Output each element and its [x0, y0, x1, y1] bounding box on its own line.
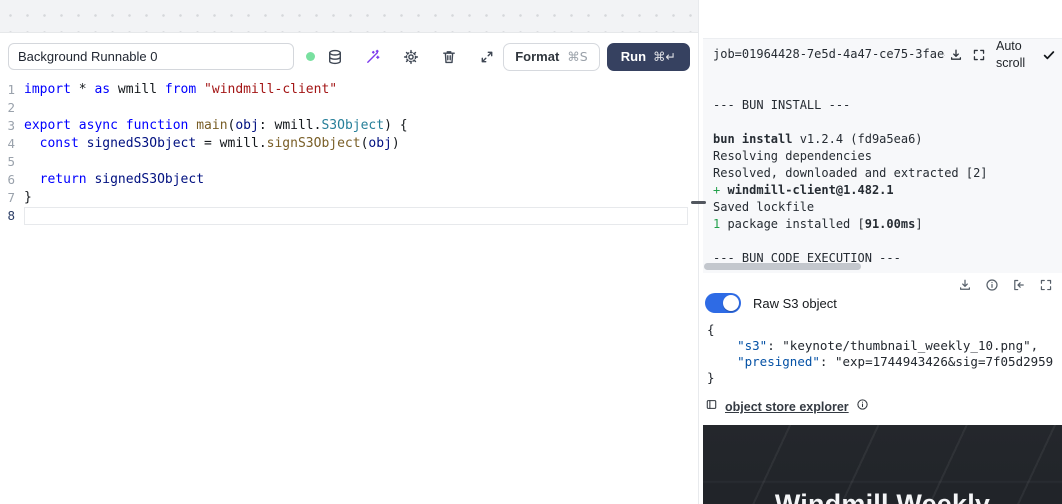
code-line[interactable]: 2: [0, 99, 698, 117]
run-button[interactable]: Run ⌘↵: [607, 43, 690, 71]
code-text: [24, 99, 688, 117]
log-line: bun install v1.2.4 (fd9a5ea6): [713, 131, 1056, 148]
auto-scroll-toggle[interactable]: Auto scroll: [996, 38, 1038, 72]
panel-resize-handle[interactable]: [691, 201, 706, 204]
log-line: 1 package installed [91.00ms]: [713, 216, 1056, 233]
code-text: export async function main(obj: wmill.S3…: [24, 117, 688, 135]
job-id-text: job=01964428-7e5d-4a47-ce75-3fae4: [713, 46, 945, 63]
code-line[interactable]: 8: [0, 207, 698, 225]
line-number: 5: [0, 153, 24, 171]
format-shortcut: ⌘S: [567, 49, 587, 64]
log-line: [713, 80, 1056, 97]
s3-image-preview: Windmill Weekly: [703, 425, 1062, 504]
result-actions: [705, 277, 1054, 292]
log-line: Resolved, downloaded and extracted [2]: [713, 165, 1056, 182]
result-section: Raw S3 object { "s3": "keynote/thumbnail…: [703, 273, 1062, 416]
download-result-icon[interactable]: [957, 277, 973, 293]
code-line[interactable]: 6 return signedS3Object: [0, 171, 698, 189]
import-result-icon[interactable]: [1011, 277, 1027, 293]
log-line: Saved lockfile: [713, 199, 1056, 216]
object-store-explorer-row: object store explorer: [705, 398, 1054, 416]
format-button-label: Format: [515, 49, 559, 64]
line-number: 8: [0, 207, 24, 225]
line-number: 1: [0, 81, 24, 99]
log-line: --- BUN INSTALL ---: [713, 97, 1056, 114]
code-text: [24, 153, 688, 171]
line-number: 2: [0, 99, 24, 117]
code-lines: 1import * as wmill from "windmill-client…: [0, 81, 698, 225]
windmill-app: Format ⌘S Run ⌘↵ 1import * as wmill from…: [0, 0, 1062, 504]
job-log-area[interactable]: job=01964428-7e5d-4a47-ce75-3fae4 Auto s…: [703, 38, 1062, 273]
code-text: const signedS3Object = wmill.signS3Objec…: [24, 135, 688, 153]
preview-caption-text: Windmill Weekly: [703, 489, 1062, 504]
log-horizontal-scrollbar[interactable]: [704, 263, 861, 270]
output-panel: job=01964428-7e5d-4a47-ce75-3fae4 Auto s…: [699, 0, 1062, 504]
info-icon[interactable]: [856, 398, 869, 416]
json-line: "presigned": "exp=1744943426&sig=7f05d29…: [707, 354, 1054, 370]
raw-s3-toggle-label: Raw S3 object: [753, 296, 837, 311]
toolbar-icons: [327, 49, 495, 65]
line-number: 3: [0, 117, 24, 135]
run-button-label: Run: [621, 49, 646, 64]
status-dot: [306, 52, 315, 61]
log-line: [713, 114, 1056, 131]
log-line: [713, 233, 1056, 250]
code-text: import * as wmill from "windmill-client": [24, 81, 688, 99]
line-number: 7: [0, 189, 24, 207]
log-lines: --- BUN INSTALL --- bun install v1.2.4 (…: [713, 63, 1056, 267]
check-icon: [1042, 47, 1056, 63]
run-shortcut: ⌘↵: [653, 49, 676, 64]
download-logs-icon[interactable]: [949, 47, 963, 63]
json-line: }: [707, 370, 1054, 386]
raw-s3-toggle[interactable]: [705, 293, 741, 313]
toggle-knob: [723, 295, 739, 311]
json-line: "s3": "keynote/thumbnail_weekly_10.png",: [707, 338, 1054, 354]
fullscreen-result-icon[interactable]: [1038, 277, 1054, 293]
code-editor[interactable]: 1import * as wmill from "windmill-client…: [0, 80, 698, 504]
job-header-row: job=01964428-7e5d-4a47-ce75-3fae4 Auto s…: [713, 46, 1056, 63]
editor-toolbar: Format ⌘S Run ⌘↵: [0, 33, 698, 80]
code-text: return signedS3Object: [24, 171, 688, 189]
output-top-spacer: [703, 0, 1062, 38]
expand-icon[interactable]: [479, 49, 495, 65]
result-json[interactable]: { "s3": "keynote/thumbnail_weekly_10.png…: [705, 322, 1054, 386]
code-line[interactable]: 3export async function main(obj: wmill.S…: [0, 117, 698, 135]
editor-panel: Format ⌘S Run ⌘↵ 1import * as wmill from…: [0, 0, 699, 504]
raw-s3-toggle-row: Raw S3 object: [705, 292, 1054, 314]
settings-gear-icon[interactable]: [403, 49, 419, 65]
log-line: Resolving dependencies: [713, 148, 1056, 165]
code-text: }: [24, 189, 688, 207]
database-icon[interactable]: [327, 49, 343, 65]
line-number: 6: [0, 171, 24, 189]
ai-wand-icon[interactable]: [365, 49, 381, 65]
flow-canvas-dot-grid[interactable]: [0, 0, 698, 33]
format-button[interactable]: Format ⌘S: [503, 43, 600, 71]
object-store-explorer-link[interactable]: object store explorer: [725, 400, 849, 414]
line-number: 4: [0, 135, 24, 153]
runnable-title-input[interactable]: [8, 43, 294, 70]
code-text: [24, 207, 688, 225]
info-icon[interactable]: [984, 277, 1000, 293]
log-line: + windmill-client@1.482.1: [713, 182, 1056, 199]
code-line[interactable]: 7}: [0, 189, 698, 207]
fullscreen-logs-icon[interactable]: [972, 47, 986, 63]
code-line[interactable]: 5: [0, 153, 698, 171]
code-line[interactable]: 1import * as wmill from "windmill-client…: [0, 81, 698, 99]
code-line[interactable]: 4 const signedS3Object = wmill.signS3Obj…: [0, 135, 698, 153]
panel-left-icon: [705, 398, 718, 416]
trash-icon[interactable]: [441, 49, 457, 65]
json-line: {: [707, 322, 1054, 338]
